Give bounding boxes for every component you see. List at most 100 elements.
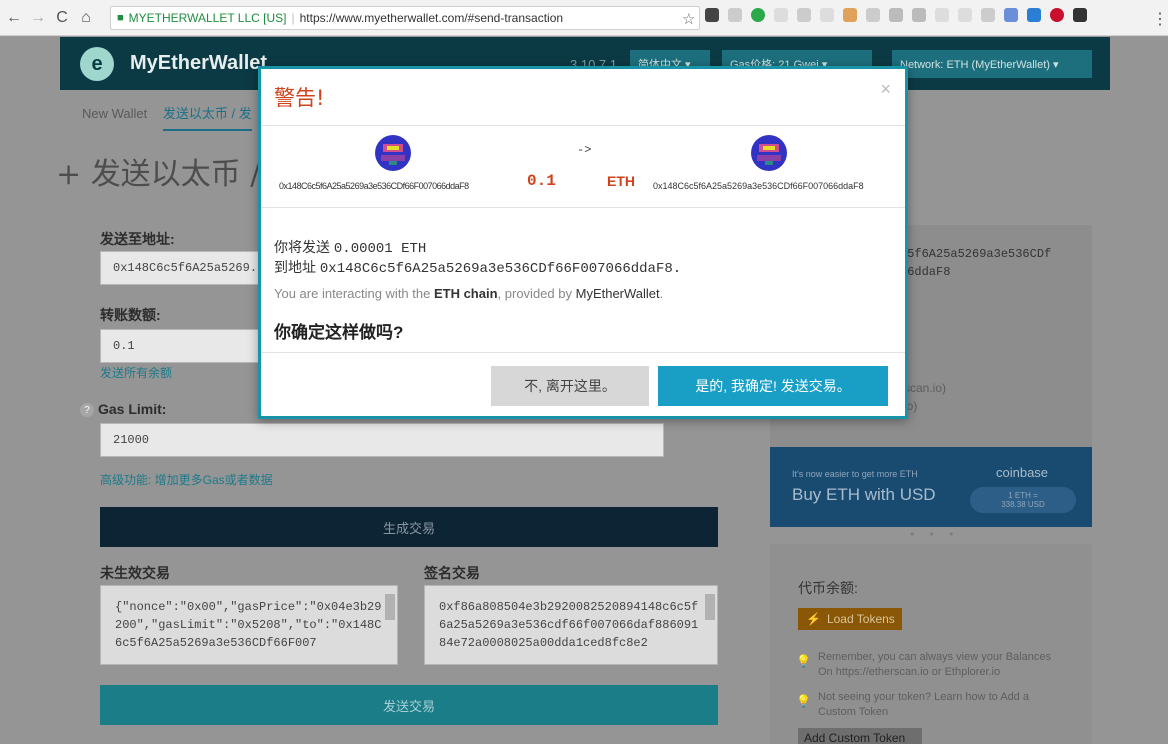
modal-divider — [261, 207, 905, 208]
chain-name: ETH chain — [433, 286, 498, 301]
lightning-icon: ⚡ — [806, 612, 821, 626]
extensions-bar — [705, 8, 1087, 22]
extension-icon[interactable] — [820, 8, 834, 22]
back-icon[interactable]: ← — [4, 8, 24, 28]
token-tip-line: On https://etherscan.io or Ethplorer.io — [818, 666, 1001, 678]
chain-notice-text: You are interacting with the — [274, 286, 431, 301]
lightbulb-icon: 💡 — [796, 694, 811, 708]
extension-icon[interactable] — [958, 8, 972, 22]
extension-icon[interactable] — [843, 8, 857, 22]
to-identicon — [751, 135, 787, 171]
tab-send-ether[interactable]: 发送以太币 / 发 — [162, 106, 252, 131]
scrollbar[interactable] — [705, 594, 715, 620]
extension-icon[interactable] — [981, 8, 995, 22]
cancel-button[interactable]: 不, 离开这里。 — [491, 366, 649, 406]
to-summary: 到地址 0x148C6c5f6A25a5269a3e536CDf66F00706… — [274, 257, 681, 277]
extension-icon[interactable] — [1073, 8, 1087, 22]
sidebar-address-line: :5f6A25a5269a3e536CDf — [900, 247, 1052, 261]
extension-icon[interactable] — [912, 8, 926, 22]
chain-notice: You are interacting with the ETH chain, … — [274, 286, 663, 301]
send-transaction-button[interactable]: 发送交易 — [100, 685, 718, 725]
to-address-input[interactable]: 0x148C6c5f6A25a5269. — [100, 251, 260, 285]
identicon-block — [765, 161, 773, 165]
network-dropdown[interactable]: Network: ETH (MyEtherWallet) ▾ — [892, 50, 1092, 78]
help-icon[interactable]: ? — [80, 403, 94, 417]
browser-menu-icon[interactable]: ⋮ — [1152, 9, 1168, 29]
url-text: https://www.myetherwallet.com/#send-tran… — [299, 11, 564, 25]
mew-logo-icon[interactable]: e — [80, 47, 114, 81]
forward-icon[interactable]: → — [28, 8, 48, 28]
amount-input[interactable]: 0.1 — [100, 329, 260, 363]
signed-transaction-textarea[interactable]: 0xf86a808504e3b2920082520894148c6c5f6a25… — [424, 585, 718, 665]
lightbulb-icon: 💡 — [796, 654, 811, 668]
load-tokens-button[interactable]: ⚡ Load Tokens — [798, 608, 902, 630]
modal-divider — [261, 352, 905, 353]
identicon-block — [387, 146, 399, 150]
confirm-transaction-modal: 警告! × -> 0x148C6c5f6A25a5269a3e536CDf66F… — [258, 66, 908, 419]
send-summary: 你将发送 0.00001 ETH — [274, 237, 426, 257]
coinbase-rate-line: 338.38 USD — [1001, 500, 1045, 509]
from-identicon — [375, 135, 411, 171]
extension-icon[interactable] — [1027, 8, 1041, 22]
extension-icon[interactable] — [889, 8, 903, 22]
extension-icon[interactable] — [728, 8, 742, 22]
provider-name: MyEtherWallet — [575, 286, 660, 301]
coinbase-tagline: It's now easier to get more ETH — [792, 469, 918, 479]
lock-icon: ■ — [117, 12, 124, 24]
to-value: 0x148C6c5f6A25a5269a3e536CDf66F007066dda… — [319, 261, 682, 277]
add-custom-token-button[interactable]: Add Custom Token — [798, 728, 922, 744]
scrollbar[interactable] — [385, 594, 395, 620]
carousel-dots[interactable]: • • • — [910, 527, 959, 541]
url-separator: | — [291, 11, 295, 25]
page-title-text: 发送以太币 / — [90, 157, 261, 192]
site-identity: MYETHERWALLET LLC [US] — [128, 11, 287, 25]
raw-transaction-textarea[interactable]: {"nonce":"0x00","gasPrice":"0x04e3b29200… — [100, 585, 398, 665]
home-icon[interactable]: ⌂ — [76, 8, 96, 28]
page-title: + 发送以太币 / — [56, 157, 261, 192]
transfer-unit: ETH — [607, 173, 635, 189]
to-prefix: 到地址 — [274, 259, 316, 275]
extension-icon[interactable] — [866, 8, 880, 22]
to-address-label: 发送至地址: — [100, 231, 175, 247]
coinbase-logo: coinbase — [996, 465, 1049, 480]
tab-new-wallet[interactable]: New Wallet — [82, 106, 147, 121]
load-tokens-label: Load Tokens — [826, 612, 895, 626]
gas-limit-label: Gas Limit: — [98, 401, 167, 417]
modal-title: 警告! — [274, 86, 325, 110]
signed-transaction-text: 0xf86a808504e3b2920082520894148c6c5f6a25… — [439, 600, 699, 650]
extension-icon[interactable] — [797, 8, 811, 22]
generate-transaction-button[interactable]: 生成交易 — [100, 507, 718, 547]
coinbase-headline: Buy ETH with USD — [792, 485, 936, 504]
identicon-block — [763, 146, 775, 150]
raw-transaction-text: {"nonce":"0x00","gasPrice":"0x04e3b29200… — [115, 600, 382, 650]
close-icon[interactable]: × — [880, 79, 891, 100]
confirm-send-button[interactable]: 是的, 我确定! 发送交易。 — [658, 366, 888, 406]
coinbase-rate-badge: 1 ETH = 338.38 USD — [970, 487, 1076, 513]
extension-icon[interactable] — [935, 8, 949, 22]
gas-limit-input[interactable]: 21000 — [100, 423, 664, 457]
extension-icon[interactable] — [751, 8, 765, 22]
send-value: 0.00001 ETH — [333, 241, 427, 257]
address-bar[interactable]: ■ MYETHERWALLET LLC [US] | https://www.m… — [110, 6, 700, 30]
token-balances-title: 代币余额: — [798, 580, 858, 596]
from-address: 0x148C6c5f6A25a5269a3e536CDf66F007066dda… — [279, 181, 469, 191]
raw-transaction-label: 未生效交易 — [100, 565, 170, 581]
token-help-line: Not seeing your token? Learn how to Add … — [818, 691, 1029, 703]
extension-icon[interactable] — [1050, 8, 1064, 22]
coinbase-banner[interactable]: It's now easier to get more ETH Buy ETH … — [770, 447, 1092, 527]
send-entire-balance-link[interactable]: 发送所有余额 — [100, 364, 172, 381]
token-help: Not seeing your token? Learn how to Add … — [818, 690, 1029, 720]
token-help-line: Custom Token — [818, 706, 889, 718]
advanced-options-link[interactable]: 高级功能: 增加更多Gas或者数据 — [100, 471, 273, 488]
extension-icon[interactable] — [1004, 8, 1018, 22]
bookmark-star-icon[interactable]: ☆ — [682, 10, 695, 28]
reload-icon[interactable]: C — [52, 8, 72, 28]
coinbase-rate-line: 1 ETH = — [1008, 491, 1038, 500]
signed-transaction-label: 签名交易 — [424, 565, 480, 581]
amount-label: 转账数额: — [100, 307, 161, 323]
extension-icon[interactable] — [705, 8, 719, 22]
sidebar-link-text[interactable]: scan.io) — [904, 381, 946, 395]
nav-tabs: New Wallet 发送以太币 / 发 — [82, 103, 252, 131]
extension-icon[interactable] — [774, 8, 788, 22]
transfer-amount: 0.1 — [527, 172, 556, 190]
